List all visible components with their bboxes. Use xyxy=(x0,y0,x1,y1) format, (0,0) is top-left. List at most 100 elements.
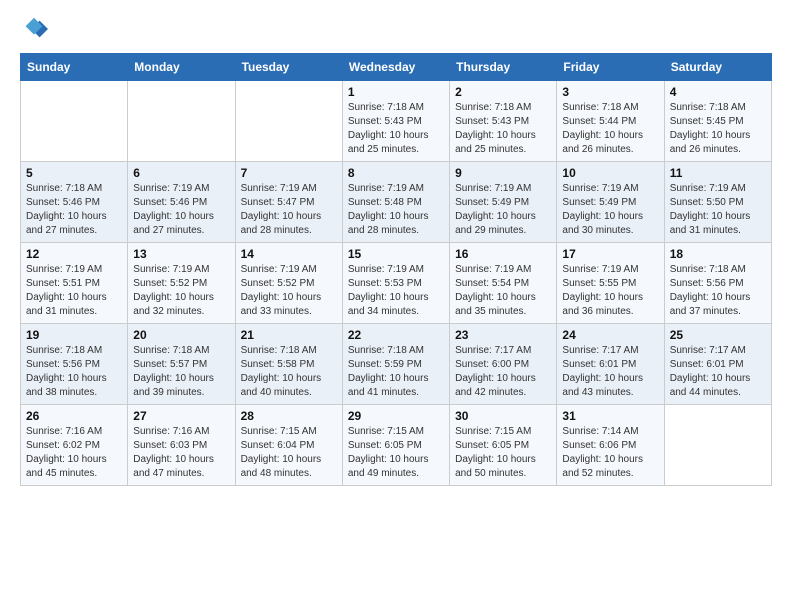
day-number: 1 xyxy=(348,85,444,99)
day-number: 11 xyxy=(670,166,766,180)
logo xyxy=(20,15,50,43)
calendar-week-row: 12Sunrise: 7:19 AM Sunset: 5:51 PM Dayli… xyxy=(21,243,772,324)
calendar-week-row: 26 Sunrise: 7:16 AM Sunset: 6:02 PM Dayli… xyxy=(21,405,772,486)
day-info: Sunrise: 7:18 AM Sunset: 5:58 PM Dayligh… xyxy=(241,344,337,400)
day-info: Sunrise: 7:19 AM Sunset: 5:52 PM Dayligh… xyxy=(241,263,337,319)
calendar-cell: 1 Sunrise: 7:18 AM Sunset: 5:43 PM Daylig… xyxy=(342,81,449,162)
weekday-header-sunday: Sunday xyxy=(21,54,128,81)
calendar-cell: 24 Sunrise: 7:17 AM Sunset: 6:01 PM Dayli… xyxy=(557,324,664,405)
weekday-header-wednesday: Wednesday xyxy=(342,54,449,81)
day-number: 10 xyxy=(562,166,658,180)
calendar-cell: 31 Sunrise: 7:14 AM Sunset: 6:06 PM Dayli… xyxy=(557,405,664,486)
day-info: Sunrise: 7:19 AM Sunset: 5:51 PM Dayligh… xyxy=(26,263,122,319)
day-info: Sunrise: 7:19 AM Sunset: 5:54 PM Dayligh… xyxy=(455,263,551,319)
day-info: Sunrise: 7:16 AM Sunset: 6:02 PM Dayligh… xyxy=(26,425,122,481)
calendar-container: SundayMondayTuesdayWednesdayThursdayFrid… xyxy=(0,0,792,501)
calendar-cell: 14 Sunrise: 7:19 AM Sunset: 5:52 PM Dayli… xyxy=(235,243,342,324)
calendar-cell: 26 Sunrise: 7:16 AM Sunset: 6:02 PM Dayli… xyxy=(21,405,128,486)
day-info: Sunrise: 7:19 AM Sunset: 5:49 PM Dayligh… xyxy=(562,182,658,238)
day-info: Sunrise: 7:18 AM Sunset: 5:44 PM Dayligh… xyxy=(562,101,658,157)
day-info: Sunrise: 7:19 AM Sunset: 5:55 PM Dayligh… xyxy=(562,263,658,319)
calendar-header xyxy=(20,15,772,43)
day-number: 24 xyxy=(562,328,658,342)
calendar-cell: 15 Sunrise: 7:19 AM Sunset: 5:53 PM Dayli… xyxy=(342,243,449,324)
calendar-cell: 20Sunrise: 7:18 AM Sunset: 5:57 PM Dayli… xyxy=(128,324,235,405)
day-number: 19 xyxy=(26,328,122,342)
day-number: 27 xyxy=(133,409,229,423)
calendar-cell: 3 Sunrise: 7:18 AM Sunset: 5:44 PM Daylig… xyxy=(557,81,664,162)
calendar-cell: 21 Sunrise: 7:18 AM Sunset: 5:58 PM Dayli… xyxy=(235,324,342,405)
calendar-cell xyxy=(128,81,235,162)
day-number: 21 xyxy=(241,328,337,342)
day-info: Sunrise: 7:15 AM Sunset: 6:05 PM Dayligh… xyxy=(455,425,551,481)
day-number: 14 xyxy=(241,247,337,261)
day-info: Sunrise: 7:19 AM Sunset: 5:50 PM Dayligh… xyxy=(670,182,766,238)
day-number: 3 xyxy=(562,85,658,99)
weekday-header-friday: Friday xyxy=(557,54,664,81)
day-number: 17 xyxy=(562,247,658,261)
calendar-cell xyxy=(21,81,128,162)
day-info: Sunrise: 7:17 AM Sunset: 6:01 PM Dayligh… xyxy=(670,344,766,400)
day-number: 18 xyxy=(670,247,766,261)
day-number: 20 xyxy=(133,328,229,342)
weekday-header-monday: Monday xyxy=(128,54,235,81)
day-number: 29 xyxy=(348,409,444,423)
calendar-cell: 17 Sunrise: 7:19 AM Sunset: 5:55 PM Dayli… xyxy=(557,243,664,324)
calendar-cell xyxy=(235,81,342,162)
day-number: 16 xyxy=(455,247,551,261)
day-info: Sunrise: 7:18 AM Sunset: 5:43 PM Dayligh… xyxy=(455,101,551,157)
calendar-cell: 28 Sunrise: 7:15 AM Sunset: 6:04 PM Dayli… xyxy=(235,405,342,486)
calendar-cell: 10 Sunrise: 7:19 AM Sunset: 5:49 PM Dayli… xyxy=(557,162,664,243)
day-info: Sunrise: 7:18 AM Sunset: 5:59 PM Dayligh… xyxy=(348,344,444,400)
day-info: Sunrise: 7:18 AM Sunset: 5:43 PM Dayligh… xyxy=(348,101,444,157)
day-number: 22 xyxy=(348,328,444,342)
calendar-cell: 7Sunrise: 7:19 AM Sunset: 5:47 PM Daylig… xyxy=(235,162,342,243)
calendar-week-row: 19 Sunrise: 7:18 AM Sunset: 5:56 PM Dayli… xyxy=(21,324,772,405)
day-info: Sunrise: 7:19 AM Sunset: 5:53 PM Dayligh… xyxy=(348,263,444,319)
day-number: 23 xyxy=(455,328,551,342)
calendar-cell: 29Sunrise: 7:15 AM Sunset: 6:05 PM Dayli… xyxy=(342,405,449,486)
day-number: 5 xyxy=(26,166,122,180)
calendar-cell: 30 Sunrise: 7:15 AM Sunset: 6:05 PM Dayli… xyxy=(450,405,557,486)
calendar-cell: 13 Sunrise: 7:19 AM Sunset: 5:52 PM Dayli… xyxy=(128,243,235,324)
calendar-cell xyxy=(664,405,771,486)
calendar-week-row: 1 Sunrise: 7:18 AM Sunset: 5:43 PM Daylig… xyxy=(21,81,772,162)
calendar-cell: 11 Sunrise: 7:19 AM Sunset: 5:50 PM Dayli… xyxy=(664,162,771,243)
day-number: 31 xyxy=(562,409,658,423)
day-number: 9 xyxy=(455,166,551,180)
calendar-cell: 19 Sunrise: 7:18 AM Sunset: 5:56 PM Dayli… xyxy=(21,324,128,405)
calendar-cell: 18Sunrise: 7:18 AM Sunset: 5:56 PM Dayli… xyxy=(664,243,771,324)
calendar-cell: 2Sunrise: 7:18 AM Sunset: 5:43 PM Daylig… xyxy=(450,81,557,162)
logo-icon xyxy=(20,15,48,43)
day-info: Sunrise: 7:19 AM Sunset: 5:49 PM Dayligh… xyxy=(455,182,551,238)
day-number: 6 xyxy=(133,166,229,180)
calendar-cell: 16 Sunrise: 7:19 AM Sunset: 5:54 PM Dayli… xyxy=(450,243,557,324)
calendar-cell: 9 Sunrise: 7:19 AM Sunset: 5:49 PM Daylig… xyxy=(450,162,557,243)
day-info: Sunrise: 7:19 AM Sunset: 5:48 PM Dayligh… xyxy=(348,182,444,238)
day-info: Sunrise: 7:18 AM Sunset: 5:56 PM Dayligh… xyxy=(26,344,122,400)
day-number: 26 xyxy=(26,409,122,423)
calendar-cell: 23 Sunrise: 7:17 AM Sunset: 6:00 PM Dayli… xyxy=(450,324,557,405)
weekday-header-row: SundayMondayTuesdayWednesdayThursdayFrid… xyxy=(21,54,772,81)
calendar-cell: 12Sunrise: 7:19 AM Sunset: 5:51 PM Dayli… xyxy=(21,243,128,324)
day-info: Sunrise: 7:15 AM Sunset: 6:04 PM Dayligh… xyxy=(241,425,337,481)
day-number: 8 xyxy=(348,166,444,180)
day-info: Sunrise: 7:16 AM Sunset: 6:03 PM Dayligh… xyxy=(133,425,229,481)
day-info: Sunrise: 7:19 AM Sunset: 5:46 PM Dayligh… xyxy=(133,182,229,238)
day-info: Sunrise: 7:19 AM Sunset: 5:47 PM Dayligh… xyxy=(241,182,337,238)
calendar-cell: 27 Sunrise: 7:16 AM Sunset: 6:03 PM Dayli… xyxy=(128,405,235,486)
day-info: Sunrise: 7:14 AM Sunset: 6:06 PM Dayligh… xyxy=(562,425,658,481)
day-number: 13 xyxy=(133,247,229,261)
day-number: 28 xyxy=(241,409,337,423)
day-info: Sunrise: 7:17 AM Sunset: 6:01 PM Dayligh… xyxy=(562,344,658,400)
day-info: Sunrise: 7:19 AM Sunset: 5:52 PM Dayligh… xyxy=(133,263,229,319)
weekday-header-tuesday: Tuesday xyxy=(235,54,342,81)
calendar-cell: 4Sunrise: 7:18 AM Sunset: 5:45 PM Daylig… xyxy=(664,81,771,162)
calendar-cell: 25Sunrise: 7:17 AM Sunset: 6:01 PM Dayli… xyxy=(664,324,771,405)
day-info: Sunrise: 7:17 AM Sunset: 6:00 PM Dayligh… xyxy=(455,344,551,400)
calendar-week-row: 5Sunrise: 7:18 AM Sunset: 5:46 PM Daylig… xyxy=(21,162,772,243)
day-number: 15 xyxy=(348,247,444,261)
calendar-cell: 22 Sunrise: 7:18 AM Sunset: 5:59 PM Dayli… xyxy=(342,324,449,405)
day-number: 30 xyxy=(455,409,551,423)
weekday-header-thursday: Thursday xyxy=(450,54,557,81)
